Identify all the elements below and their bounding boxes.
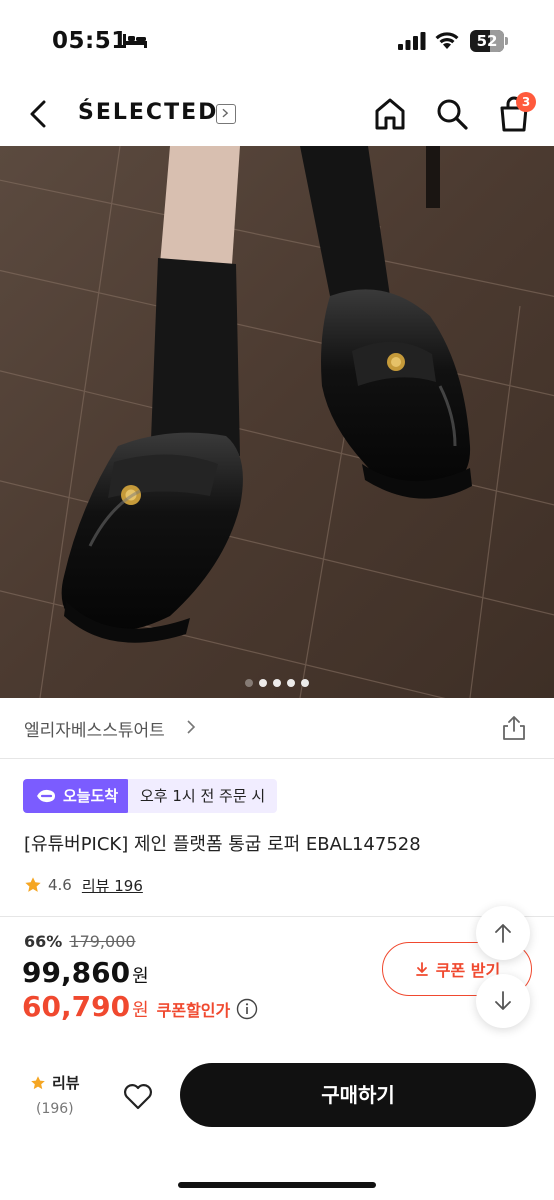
status-time: 05:51 [52, 28, 128, 54]
arrow-up-icon [495, 924, 511, 943]
search-icon[interactable] [434, 96, 470, 132]
chevron-right-icon [187, 720, 196, 734]
coupon-price-label: 쿠폰할인가 [156, 1001, 231, 1020]
bottom-review-label: 리뷰 [52, 1074, 80, 1092]
download-icon [415, 962, 428, 976]
discount-line: 66% 179,000 [24, 932, 136, 951]
cart-count-badge: 3 [516, 92, 536, 112]
product-photo [0, 146, 554, 698]
carousel-dot[interactable] [287, 679, 295, 687]
star-icon [31, 1075, 45, 1089]
review-count-link[interactable]: 리뷰 196 [82, 875, 143, 896]
star-icon [25, 877, 41, 892]
today-delivery-badge: 오늘도착 [23, 779, 131, 813]
share-icon[interactable] [500, 714, 528, 742]
wifi-icon [435, 32, 459, 49]
divider [0, 758, 554, 759]
scroll-up-button[interactable] [476, 906, 530, 960]
delivery-cutoff: 오후 1시 전 주문 시 [128, 779, 278, 813]
buy-button[interactable]: 구매하기 [180, 1063, 536, 1127]
divider [0, 916, 554, 917]
rating-value: 4.6 [48, 876, 72, 894]
sleep-mode-icon [123, 34, 147, 48]
carousel-indicator[interactable] [0, 672, 554, 691]
carousel-dot[interactable] [273, 679, 281, 687]
arrow-down-icon [495, 991, 511, 1010]
bottom-review-summary[interactable]: 리뷰 (196) [30, 1072, 90, 1117]
home-icon[interactable] [372, 96, 408, 132]
battery-body: 52 [470, 30, 504, 52]
sale-price: 99,860 [22, 956, 131, 989]
scroll-down-button[interactable] [476, 974, 530, 1028]
rating-row[interactable]: 4.6 리뷰 196 [24, 874, 143, 896]
heart-icon[interactable] [122, 1080, 154, 1112]
info-icon[interactable] [236, 998, 258, 1020]
sale-price-line: 99,860 원 [22, 956, 149, 989]
brand-title[interactable]: ŚELECTED [78, 100, 218, 125]
status-bar: 05:51 52 [0, 0, 554, 80]
back-button[interactable] [22, 94, 56, 134]
store-row[interactable]: 엘리자베스스튜어트 [0, 698, 554, 758]
store-name[interactable]: 엘리자베스스튜어트 [24, 716, 165, 741]
carousel-dot[interactable] [301, 679, 309, 687]
bottom-action-bar: 리뷰 (196) 구매하기 [0, 1046, 554, 1200]
carousel-dot-active[interactable] [259, 679, 267, 687]
coupon-price-line: 60,790 원 쿠폰할인가 [22, 990, 258, 1023]
battery-level: 52 [476, 32, 498, 50]
product-title: [유튜버PICK] 제인 플랫폼 통굽 로퍼 EBAL147528 [24, 834, 421, 855]
bottom-review-count: (196) [36, 1101, 74, 1117]
product-image[interactable] [0, 146, 554, 698]
delivery-icon [37, 789, 55, 803]
brand-chevron-icon[interactable] [216, 104, 236, 124]
price-unit: 원 [132, 966, 149, 987]
carousel-dot[interactable] [245, 679, 253, 687]
coupon-price-unit: 원 [132, 1000, 149, 1021]
coupon-price: 60,790 [22, 990, 131, 1023]
discount-rate: 66% [24, 932, 63, 951]
cellular-signal-icon [398, 32, 426, 50]
today-delivery-label: 오늘도착 [63, 787, 119, 805]
original-price: 179,000 [69, 932, 136, 951]
home-indicator [178, 1182, 376, 1188]
battery-indicator: 52 [470, 30, 508, 52]
app-header: ŚELECTED [0, 80, 554, 146]
